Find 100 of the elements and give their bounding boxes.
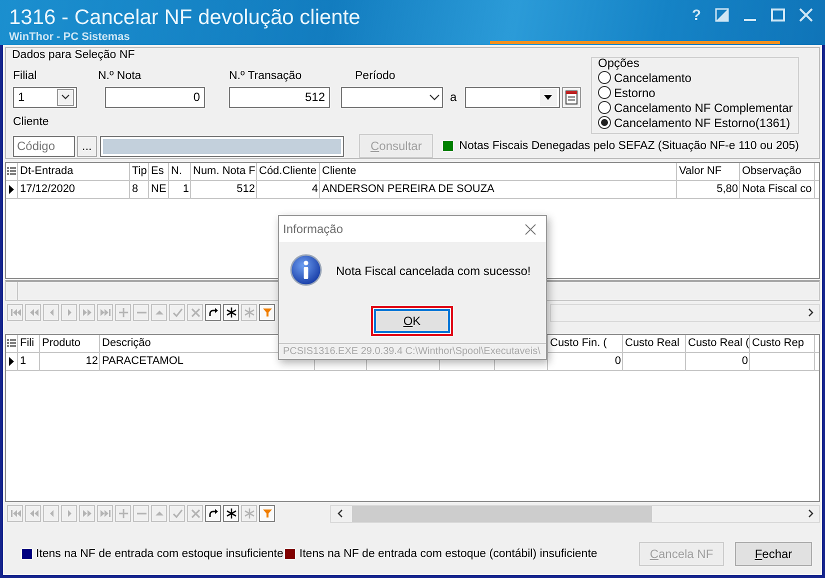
calendar-icon[interactable] (562, 86, 581, 108)
column-header[interactable]: N. (171, 163, 182, 180)
table-cell-text: 0 (614, 354, 621, 369)
redo-arrow-icon (208, 508, 218, 519)
option-label[interactable]: Cancelamento NF Complementar (614, 100, 793, 114)
table-cell-text: ANDERSON PEREIRA DE SOUZA (322, 182, 494, 197)
app-subtitle: WinThor - PC Sistemas (9, 30, 131, 44)
check-icon (172, 508, 182, 519)
funnel-button[interactable] (259, 505, 275, 522)
legend-text: Itens na NF de entrada com estoque (contábil) insuficiente (299, 548, 598, 560)
restore-icon[interactable] (715, 8, 729, 22)
table-cell-text: Nota Fiscal co (742, 182, 812, 197)
dialog-title: Informação (283, 222, 344, 236)
table-cell-text: 5,80 (716, 182, 738, 197)
table-cell-text: 12 (86, 354, 98, 369)
table-cell-text: 512 (236, 182, 255, 197)
legend-text: Itens na NF de entrada com estoque insuficiente (36, 548, 284, 560)
redo-arrow-icon (208, 307, 218, 318)
table-cell-text: PARACETAMOL (102, 354, 184, 369)
last-record-icon (100, 508, 110, 519)
field-label: Filial (13, 70, 38, 83)
list-icon (7, 167, 16, 176)
funnel-button[interactable] (259, 304, 275, 321)
field-label: N.º Nota (98, 70, 142, 83)
legend-text: Notas Fiscais Denegadas pelo SEFAZ (Situação NF-e 110 ou 205) (459, 140, 799, 152)
field-label: Período (354, 70, 396, 83)
check-icon (172, 307, 182, 318)
funnel-icon (262, 307, 272, 318)
column-header[interactable]: Produto (42, 335, 81, 352)
column-header[interactable]: Dt-Entrada (20, 163, 74, 180)
fast-forward-icon (82, 307, 92, 318)
status-text: PCSIS1316.EXE 29.0.39.4 C:\Winthor\Spool\Executaveis\ (279, 343, 546, 359)
option-label[interactable]: Cancelamento (614, 70, 692, 84)
column-header[interactable]: Custo Rep (752, 335, 804, 352)
column-header[interactable]: Cód.Cliente (259, 163, 316, 180)
caret-icon (544, 94, 552, 100)
asterisk-button[interactable] (223, 304, 239, 321)
date-field[interactable] (464, 86, 560, 108)
browse-button[interactable]: ... (77, 136, 97, 156)
column-header[interactable]: Descrição (102, 335, 151, 352)
redo-arrow-button[interactable] (205, 505, 221, 522)
scrollbar-thumb[interactable] (352, 506, 652, 522)
horizontal-scrollbar[interactable] (330, 504, 820, 522)
group-title: Opções (598, 57, 640, 70)
asterisk-icon (244, 307, 254, 318)
fast-forward-icon (82, 508, 92, 519)
column-header[interactable]: Es (151, 163, 164, 180)
dropdown-field[interactable] (341, 86, 443, 108)
group-title: Dados para Seleção NF (12, 49, 136, 63)
rewind-icon (28, 307, 38, 318)
option-label[interactable]: Cancelamento NF Estorno(1361) (614, 116, 790, 130)
rewind-icon (28, 508, 38, 519)
field-label: Cliente (13, 116, 49, 130)
table-cell-text: NE (151, 182, 166, 197)
input-field[interactable]: 512 (229, 86, 330, 108)
chevron-icon (429, 94, 440, 101)
column-header[interactable]: Custo Real ( (688, 335, 749, 352)
table-cell-text: 1 (20, 354, 26, 369)
first-record-icon (10, 508, 20, 519)
horizontal-scrollbar[interactable] (550, 304, 820, 322)
dropdown-field[interactable]: 1 (13, 86, 77, 108)
asterisk-button[interactable] (223, 505, 239, 522)
dialog-message: Nota Fiscal cancelada com sucesso! (336, 264, 531, 278)
radio-button[interactable] (598, 71, 611, 84)
close-icon[interactable] (525, 224, 536, 234)
table-cell-text: 17/12/2020 (20, 182, 76, 197)
column-header[interactable]: Tip (132, 163, 147, 180)
window-title: 1316 - Cancelar NF devolução cliente (9, 6, 360, 30)
cross-icon (190, 508, 200, 519)
column-header[interactable]: Num. Nota F (193, 163, 256, 180)
client-name-field[interactable] (100, 136, 344, 156)
maximize-icon[interactable] (771, 8, 785, 22)
input-field[interactable]: 0 (105, 86, 205, 108)
chevron-icon (61, 94, 70, 100)
table-cell-text: 4 (312, 182, 318, 197)
ok-button[interactable]: OK (374, 309, 450, 333)
close-button[interactable]: Fechar (735, 542, 812, 566)
column-header[interactable]: Fili (20, 335, 34, 352)
plus-icon (118, 508, 128, 519)
range-separator: a (450, 90, 457, 104)
radio-button[interactable] (598, 101, 611, 114)
table-cell-text: 0 (742, 354, 748, 369)
column-header[interactable]: Observação (742, 163, 802, 180)
input-field[interactable]: Código (13, 136, 75, 156)
cross-icon (190, 307, 200, 318)
option-label[interactable]: Estorno (614, 86, 656, 100)
column-header[interactable]: Custo Fin. ( (550, 335, 607, 352)
radio-button[interactable] (598, 86, 611, 99)
first-record-icon (10, 307, 20, 318)
column-header[interactable]: Custo Real (625, 335, 680, 352)
table-cell-text: 1 (182, 182, 189, 197)
redo-arrow-button[interactable] (205, 304, 221, 321)
asterisk-icon (244, 508, 254, 519)
table-cell-text: 8 (132, 182, 138, 197)
column-header[interactable]: Cliente (322, 163, 356, 180)
column-header[interactable]: Valor NF (679, 163, 722, 180)
asterisk-icon (226, 307, 236, 318)
radio-button[interactable] (598, 116, 611, 129)
plus-icon (118, 307, 128, 318)
list-icon (7, 339, 16, 348)
